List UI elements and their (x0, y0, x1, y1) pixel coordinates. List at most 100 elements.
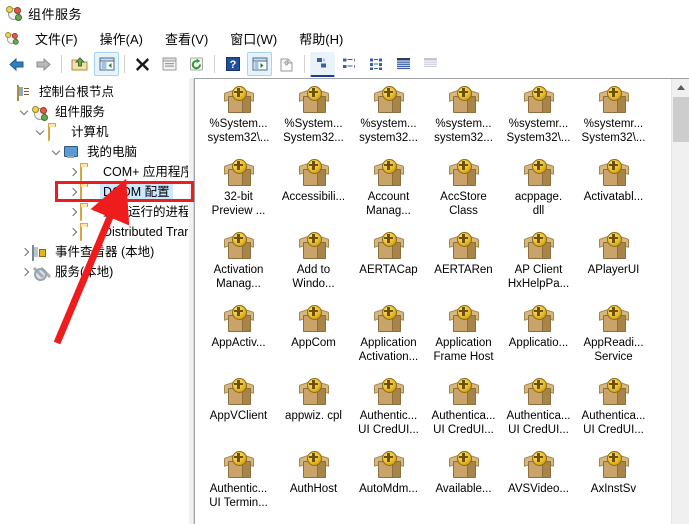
title-bar: 组件服务 (0, 0, 689, 26)
console-tree-pane: 控制台根节点组件服务计算机我的电脑COM+ 应用程序 DCOM 配置正在运行的进程… (0, 78, 188, 524)
dcom-list-item-label: Account (351, 190, 426, 204)
chevron-right-icon[interactable] (66, 188, 80, 197)
dcom-list-item[interactable]: Authentica...UI CredUI... (576, 377, 651, 450)
scroll-thumb[interactable] (673, 97, 689, 142)
properties-button[interactable] (157, 52, 182, 76)
menu-view[interactable]: 查看(V) (154, 27, 219, 50)
dcom-list-item[interactable]: 32-bitPreview ... (201, 158, 276, 231)
dcom-list-item[interactable]: Activatabl... (576, 158, 651, 231)
dcom-list-item[interactable]: Authentic...UI CredUI... (351, 377, 426, 450)
menu-window[interactable]: 窗口(W) (219, 27, 288, 50)
tree-item-label: Distributed Tran (100, 224, 188, 241)
dcom-list-item[interactable]: AuthHost (276, 450, 351, 523)
dcom-list-item-label-line2: dll (501, 204, 576, 218)
delete-button[interactable] (130, 52, 155, 76)
dcom-list-item[interactable]: Available... (426, 450, 501, 523)
tree-item-label: 我的电脑 (84, 144, 140, 161)
dcom-list-item[interactable]: ApplicationFrame Host (426, 304, 501, 377)
forward-button[interactable] (31, 52, 56, 76)
dcom-list-item[interactable]: AccStoreClass (426, 158, 501, 231)
chevron-down-icon[interactable] (18, 108, 32, 117)
dcom-list-item[interactable]: appwiz. cpl (276, 377, 351, 450)
tree-item-component-services[interactable]: 组件服务 (0, 102, 188, 122)
view-details-button[interactable] (391, 52, 416, 76)
dcom-list-item-label-line2: Class (426, 204, 501, 218)
chevron-down-icon[interactable] (50, 148, 64, 157)
dcom-list-item[interactable]: AERTACap (351, 231, 426, 304)
dcom-list-item-label: Activatabl... (576, 190, 651, 204)
show-hide-tree-button[interactable] (94, 52, 119, 76)
view-large-icons-button[interactable] (310, 52, 335, 77)
dcom-list-item[interactable]: %system...system32... (426, 85, 501, 158)
dcom-list-item[interactable]: ApplicationActivation... (351, 304, 426, 377)
dcom-box-icon (223, 85, 255, 115)
dcom-box-icon (298, 158, 330, 188)
dcom-list-item[interactable]: Authentica...UI CredUI... (426, 377, 501, 450)
dcom-box-icon (448, 450, 480, 480)
folder-icon (80, 184, 96, 200)
dcom-list-item[interactable]: AP ClientHxHelpPa... (501, 231, 576, 304)
dcom-items-pane: %System...system32\...%System...System32… (194, 78, 689, 524)
tree-item-console-root[interactable]: 控制台根节点 (0, 82, 188, 102)
refresh-button[interactable] (184, 52, 209, 76)
dcom-list-item[interactable]: AERTARen (426, 231, 501, 304)
dcom-list-item[interactable]: %system...system32... (351, 85, 426, 158)
dcom-list-item[interactable]: AutoMdm... (351, 450, 426, 523)
chevron-right-icon[interactable] (18, 268, 32, 277)
component-services-small-icon (4, 30, 20, 46)
dcom-box-icon (298, 450, 330, 480)
dcom-list-item[interactable]: Authentic...UI Termin... (201, 450, 276, 523)
menu-file[interactable]: 文件(F) (24, 27, 89, 50)
menu-help[interactable]: 帮助(H) (288, 27, 354, 50)
dcom-list-item[interactable]: AccountManag... (351, 158, 426, 231)
tree-item-computers[interactable]: 计算机 (0, 122, 188, 142)
tree-item-running-processes[interactable]: 正在运行的进程 (0, 202, 188, 222)
dcom-list-item[interactable]: acppage.dll (501, 158, 576, 231)
separator-4 (304, 55, 305, 73)
dcom-list-item[interactable]: AxInstSv (576, 450, 651, 523)
export-list-button[interactable] (274, 52, 299, 76)
dcom-list-item[interactable]: AVSVideo... (501, 450, 576, 523)
help-button[interactable]: ? (220, 52, 245, 76)
dcom-list-item[interactable]: AppVClient (201, 377, 276, 450)
dcom-list-item[interactable]: APlayerUI (576, 231, 651, 304)
menu-action[interactable]: 操作(A) (89, 27, 154, 50)
back-button[interactable] (4, 52, 29, 76)
dcom-list-item-label: AppVClient (201, 409, 276, 423)
chevron-right-icon[interactable] (18, 248, 32, 257)
tree-item-event-viewer[interactable]: 事件查看器 (本地) (0, 242, 188, 262)
dcom-list-item[interactable]: %System...system32\... (201, 85, 276, 158)
console-root-icon (16, 84, 32, 100)
tree-item-distributed-transaction[interactable]: Distributed Tran (0, 222, 188, 242)
dcom-list-item[interactable]: AppReadi...Service (576, 304, 651, 377)
dcom-list-item[interactable]: Accessibili... (276, 158, 351, 231)
tree-item-services-local[interactable]: 服务(本地) (0, 262, 188, 282)
new-window-button[interactable] (247, 52, 272, 76)
dcom-list-item[interactable]: %systemr...System32\... (501, 85, 576, 158)
dcom-list-item[interactable]: ActivationManag... (201, 231, 276, 304)
dcom-box-icon (298, 85, 330, 115)
chevron-right-icon[interactable] (66, 208, 80, 217)
dcom-list-item[interactable]: %systemr...System32\... (576, 85, 651, 158)
dcom-list-item[interactable]: AppActiv... (201, 304, 276, 377)
dcom-list-item[interactable]: AppCom (276, 304, 351, 377)
view-small-icons-button[interactable] (337, 52, 362, 76)
dcom-list-item[interactable]: %System...System32... (276, 85, 351, 158)
dcom-list-item-label: AppReadi... (576, 336, 651, 350)
dcom-list-item[interactable]: Add toWindo... (276, 231, 351, 304)
tree-item-com-plus-applications[interactable]: COM+ 应用程序 (0, 162, 188, 182)
view-list-button[interactable] (364, 52, 389, 76)
dcom-list-item[interactable]: Authentica...UI CredUI... (501, 377, 576, 450)
tree-item-my-computer[interactable]: 我的电脑 (0, 142, 188, 162)
chevron-right-icon[interactable] (66, 228, 80, 237)
chevron-right-icon[interactable] (66, 168, 80, 177)
chevron-down-icon[interactable] (34, 128, 48, 137)
tree-item-dcom-config[interactable]: DCOM 配置 (0, 182, 188, 202)
scroll-up-arrow-icon[interactable] (672, 79, 689, 96)
vertical-scrollbar[interactable] (671, 79, 689, 524)
up-one-level-button[interactable] (67, 52, 92, 76)
tree-item-label: DCOM 配置 (100, 184, 173, 201)
dcom-list-item[interactable]: Applicatio... (501, 304, 576, 377)
tree-item-label: 控制台根节点 (36, 84, 117, 101)
computer-icon (64, 144, 80, 160)
